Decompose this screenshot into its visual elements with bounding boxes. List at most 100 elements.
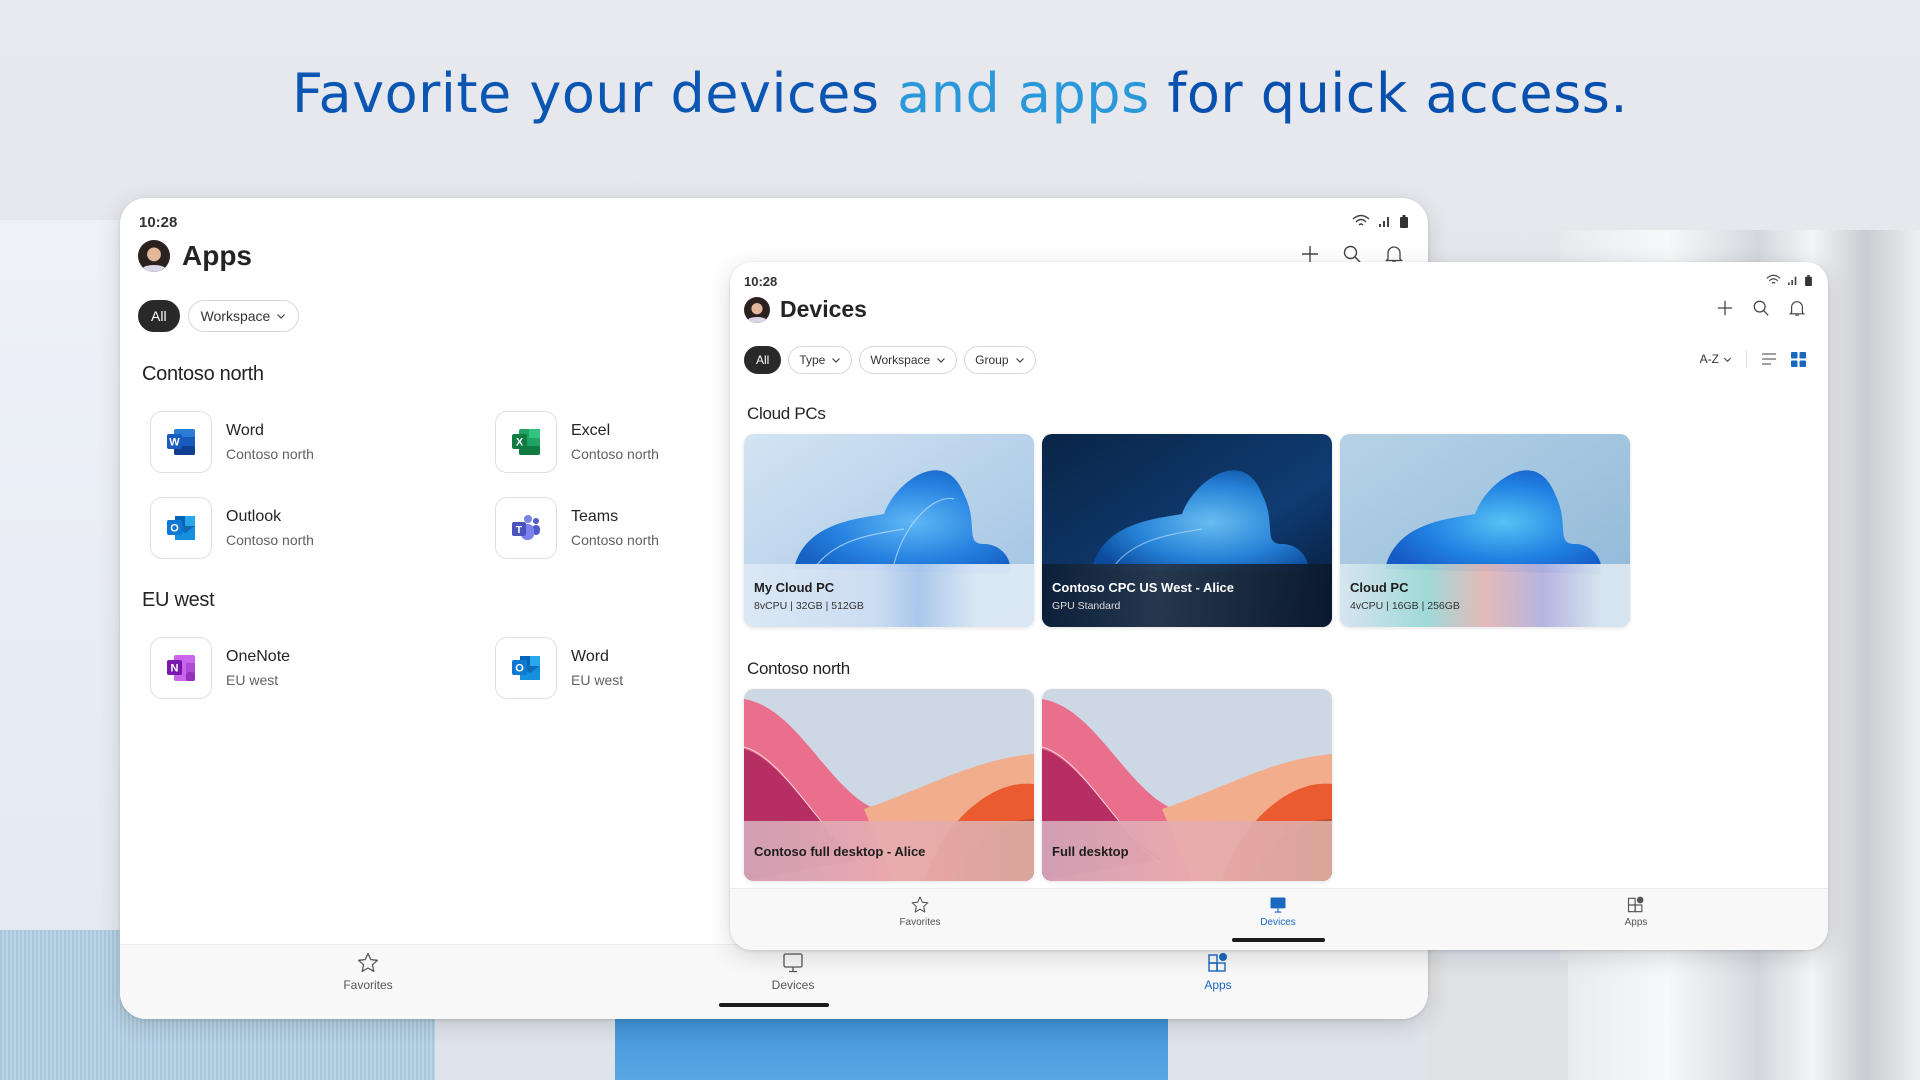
search-button[interactable] [1752,299,1770,317]
section-title: Cloud PCs [747,404,826,423]
home-indicator[interactable] [1232,938,1325,942]
svg-text:O: O [515,663,524,675]
filter-all[interactable]: All [138,300,180,332]
device-spec: 8vCPU | 32GB | 512GB [754,599,864,612]
nav-devices[interactable]: Devices [743,951,843,992]
plus-icon [1302,246,1318,262]
filter-workspace[interactable]: Workspace [187,300,300,332]
app-tile: N [150,637,212,699]
filter-group[interactable]: Group [964,346,1036,374]
card-info: Contoso CPC US West - Alice GPU Standard [1042,564,1332,627]
app-name: Teams [571,508,619,525]
filter-chips: All Type Workspace Group [744,346,1036,374]
plus-icon [1717,300,1733,316]
filter-all[interactable]: All [744,346,782,374]
card-info: Cloud PC 4vCPU | 16GB | 256GB [1340,564,1630,627]
background-wall [1428,960,1568,1080]
filter-chips: All Workspace [138,300,300,332]
avatar[interactable] [138,240,170,272]
bell-icon [1788,301,1806,316]
header-actions [1300,244,1404,264]
device-card[interactable]: Full desktop [1042,689,1332,881]
app-tile: O [150,497,212,559]
status-time: 10:28 [139,214,178,231]
battery-icon [1805,274,1812,286]
svg-text:N: N [171,663,179,675]
app-workspace: EU west [226,672,279,688]
bell-icon [1384,246,1404,263]
device-name: Contoso full desktop - Alice [754,843,926,859]
header-actions [1716,299,1806,317]
chevron-down-icon [832,358,841,363]
page-title: Apps [182,240,252,271]
filter-workspace-label: Workspace [870,353,931,367]
filter-type-label: Type [799,353,826,367]
list-icon [1762,353,1776,365]
svg-text:X: X [516,437,524,449]
nav-favorites[interactable]: Favorites [870,895,970,928]
sort-view-controls: A-Z [1700,350,1806,368]
app-item-onenote[interactable]: N OneNote EU west [150,637,290,699]
nav-label: Apps [1204,978,1232,992]
nav-apps[interactable]: Apps [1586,895,1686,928]
add-button[interactable] [1300,244,1320,264]
grid-icon [1791,351,1806,367]
app-item-outlook[interactable]: O Outlook Contoso north [150,497,314,559]
card-info: My Cloud PC 8vCPU | 32GB | 512GB [744,564,1034,627]
section-title: Contoso north [747,659,850,678]
add-button[interactable] [1716,299,1734,317]
svg-text:T: T [516,524,523,536]
wifi-icon [1766,274,1781,284]
app-workspace: Contoso north [571,446,659,462]
battery-icon [1400,214,1408,228]
nav-label: Apps [1624,917,1648,928]
app-workspace: EU west [571,672,624,688]
filter-type[interactable]: Type [788,346,853,374]
device-name: Contoso CPC US West - Alice [1052,579,1235,595]
star-icon [911,896,929,913]
filter-group-label: Group [975,353,1009,367]
app-item-excel[interactable]: X Excel Contoso north [495,411,659,473]
device-card[interactable]: Cloud PC 4vCPU | 16GB | 256GB [1340,434,1630,627]
device-card[interactable]: Contoso CPC US West - Alice GPU Standard [1042,434,1332,627]
grid-view-button[interactable] [1791,351,1806,367]
status-icons [1352,214,1408,228]
bottom-nav: Favorites Devices Apps [120,944,1428,1019]
list-view-button[interactable] [1761,352,1777,366]
device-name: Full desktop [1052,843,1129,859]
device-spec: GPU Standard [1052,599,1121,612]
nav-label: Devices [1260,917,1296,928]
avatar[interactable] [744,296,770,323]
device-card[interactable]: Contoso full desktop - Alice [744,689,1034,881]
nav-favorites[interactable]: Favorites [318,951,418,992]
filter-workspace[interactable]: Workspace [859,346,958,374]
nav-devices[interactable]: Devices [1228,895,1328,928]
headline: Favorite your devices and apps for quick… [0,62,1920,125]
page-title: Devices [780,296,867,322]
devices-window: 10:28 Devices All Type Workspace Group A… [730,262,1828,950]
filter-all-label: All [756,353,770,367]
word-icon: W [167,429,195,455]
notifications-button[interactable] [1788,299,1806,317]
app-tile: W [150,411,212,473]
search-button[interactable] [1342,244,1362,264]
wifi-icon [1352,214,1370,226]
home-indicator[interactable] [719,1003,829,1007]
app-item-word-eu[interactable]: O Word EU west [495,637,623,699]
notifications-button[interactable] [1384,244,1404,264]
filter-workspace-label: Workspace [200,308,271,324]
nav-apps[interactable]: Apps [1168,951,1268,992]
title-row: Devices [744,296,867,323]
app-name: Word [226,422,264,439]
app-tile: O [495,637,557,699]
headline-part-1: Favorite your devices [291,62,898,125]
nav-label: Favorites [899,917,941,928]
app-tile: T [495,497,557,559]
sort-dropdown[interactable]: A-Z [1700,352,1732,366]
star-icon [357,952,379,973]
app-item-word[interactable]: W Word Contoso north [150,411,314,473]
app-item-teams[interactable]: T Teams Contoso north [495,497,659,559]
device-card[interactable]: My Cloud PC 8vCPU | 32GB | 512GB [744,434,1034,627]
device-spec: 4vCPU | 16GB | 256GB [1350,599,1460,612]
status-time: 10:28 [744,274,778,289]
